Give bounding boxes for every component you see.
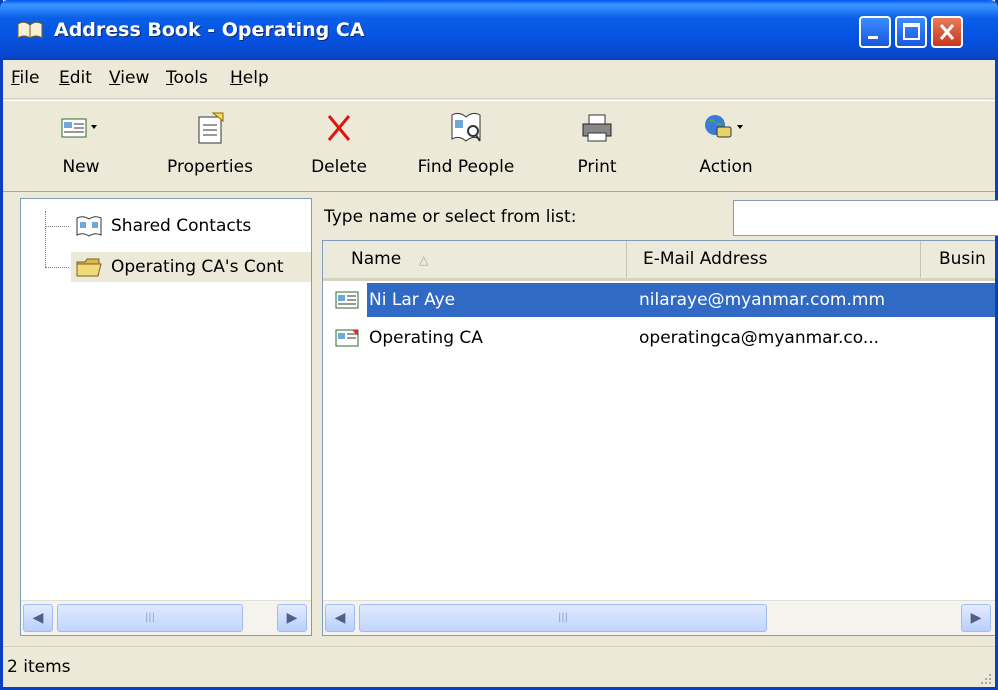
action-icon <box>705 115 743 138</box>
list-header: Name △ E-Mail Address Busin <box>323 241 995 281</box>
print-button[interactable]: Print <box>567 111 627 183</box>
status-bar: 2 items <box>3 646 995 688</box>
title-bar[interactable]: Address Book - Operating CA <box>0 0 998 60</box>
menu-bar: File Edit View Tools Help <box>3 60 995 99</box>
contact-name: Ni Lar Aye <box>367 283 639 317</box>
find-people-label: Find People <box>417 157 515 177</box>
scroll-thumb[interactable]: ||| <box>57 604 243 632</box>
tree-horizontal-scrollbar[interactable]: ◀ ||| ▶ <box>21 600 311 635</box>
list-item[interactable]: Ni Lar Aye nilaraye@myanmar.com.mm <box>323 283 995 317</box>
contact-email: nilaraye@myanmar.com.mm <box>637 283 995 317</box>
tree-connector <box>45 211 46 267</box>
delete-label: Delete <box>311 157 367 177</box>
new-button[interactable]: New <box>49 111 113 183</box>
new-label: New <box>62 157 100 177</box>
contact-card-icon <box>335 329 359 347</box>
maximize-icon <box>903 23 920 40</box>
status-text: 2 items <box>7 657 71 677</box>
scroll-right-icon[interactable]: ▶ <box>277 604 307 632</box>
column-header-email[interactable]: E-Mail Address <box>627 241 921 278</box>
delete-button[interactable]: Delete <box>304 111 374 183</box>
minimize-icon <box>868 36 878 39</box>
scroll-right-icon[interactable]: ▶ <box>961 604 991 632</box>
menu-edit[interactable]: Edit <box>59 68 92 88</box>
delete-icon <box>327 115 351 141</box>
contact-email: operatingca@myanmar.co... <box>639 328 880 348</box>
tree-connector <box>45 226 69 227</box>
tree-connector <box>45 267 69 268</box>
close-button[interactable] <box>931 16 963 48</box>
column-header-business[interactable]: Busin <box>921 241 995 278</box>
menu-help[interactable]: Help <box>230 68 269 88</box>
search-label: Type name or select from list: <box>324 207 577 227</box>
contact-list: Name △ E-Mail Address Busin Ni Lar Aye ni… <box>322 240 995 636</box>
list-item[interactable]: Operating CA operatingca@myanmar.co... <box>323 321 995 355</box>
column-header-name[interactable]: Name △ <box>323 241 627 278</box>
address-book-icon <box>17 21 43 39</box>
contact-card-icon <box>335 291 359 309</box>
scroll-left-icon[interactable]: ◀ <box>23 604 53 632</box>
find-people-icon <box>451 112 481 142</box>
properties-button[interactable]: Properties <box>155 111 265 183</box>
tree-item-label: Operating CA's Cont <box>111 257 284 277</box>
window-title: Address Book - Operating CA <box>54 19 365 41</box>
action-button[interactable]: Action <box>689 111 763 183</box>
address-book-window: Address Book - Operating CA File Edit Vi… <box>0 0 998 690</box>
resize-grip-icon[interactable] <box>977 670 993 686</box>
new-contact-icon <box>61 118 97 138</box>
maximize-button[interactable] <box>895 16 927 48</box>
tree-item-label: Shared Contacts <box>111 216 252 236</box>
search-input[interactable] <box>733 200 998 236</box>
folder-icon <box>76 258 102 277</box>
minimize-button[interactable] <box>859 16 891 48</box>
contact-name: Operating CA <box>369 328 483 348</box>
tree-item-operating-ca-contacts[interactable]: Operating CA's Cont <box>71 252 311 282</box>
close-icon <box>939 24 955 40</box>
scroll-thumb[interactable]: ||| <box>359 604 767 632</box>
properties-label: Properties <box>167 157 253 177</box>
menu-view[interactable]: View <box>109 68 149 88</box>
scroll-left-icon[interactable]: ◀ <box>325 604 355 632</box>
print-label: Print <box>577 157 617 177</box>
properties-icon <box>198 112 224 144</box>
menu-file[interactable]: File <box>11 68 39 88</box>
folder-tree: Shared Contacts Operating CA's Cont ◀ ||… <box>20 198 312 636</box>
toolbar: New Properties Delete Find People Print … <box>3 100 995 192</box>
find-people-button[interactable]: Find People <box>405 111 527 183</box>
shared-contacts-icon <box>76 216 102 237</box>
menu-tools[interactable]: Tools <box>166 68 208 88</box>
printer-icon <box>582 114 612 142</box>
action-label: Action <box>699 157 753 177</box>
tree-item-shared-contacts[interactable]: Shared Contacts <box>71 211 251 241</box>
sort-ascending-icon: △ <box>419 253 429 267</box>
list-horizontal-scrollbar[interactable]: ◀ ||| ▶ <box>323 600 995 635</box>
